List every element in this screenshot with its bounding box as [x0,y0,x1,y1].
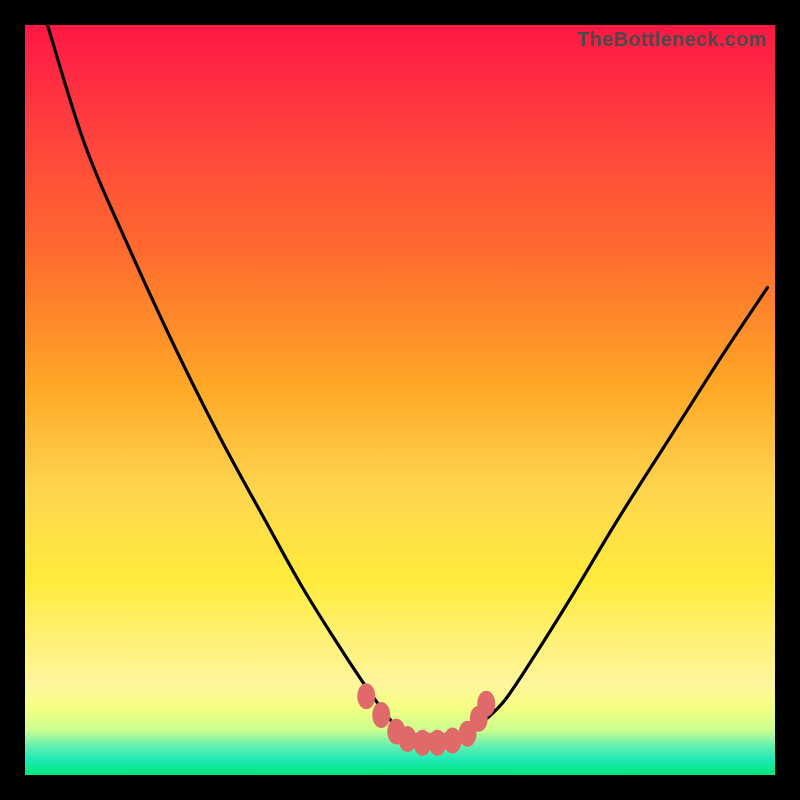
marker-point [477,691,495,717]
marker-cluster [357,683,495,756]
marker-point [372,702,390,728]
marker-point [357,683,375,709]
marker-point [399,726,417,752]
watermark-text: TheBottleneck.com [577,29,767,52]
chart-frame: TheBottleneck.com [25,25,775,775]
bottleneck-curve [48,25,768,746]
plot-area [25,25,775,775]
